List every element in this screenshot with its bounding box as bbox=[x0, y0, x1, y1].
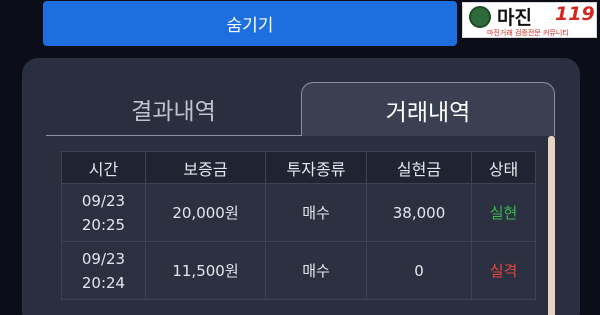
logo-brand-text: 마진 bbox=[497, 7, 532, 29]
cell-date: 09/23 bbox=[81, 249, 126, 268]
header-realized: 실현금 bbox=[366, 151, 472, 184]
hide-button[interactable]: 숨기기 bbox=[43, 1, 457, 46]
cell-clock: 20:25 bbox=[81, 215, 126, 234]
cell-deposit: 11,500원 bbox=[145, 241, 266, 300]
header-time: 시간 bbox=[61, 151, 146, 184]
logo-seal-icon bbox=[469, 6, 491, 28]
tab-trades[interactable]: 거래내역 bbox=[301, 82, 555, 136]
table-scrollbar[interactable] bbox=[548, 136, 555, 315]
cell-type: 매수 bbox=[265, 241, 367, 300]
table-row: 09/23 20:24 11,500원 매수 0 실격 bbox=[61, 241, 536, 300]
cell-status: 실현 bbox=[471, 183, 536, 242]
trade-history-table: 시간 보증금 투자종류 실현금 상태 09/23 20:25 20,000원 매… bbox=[61, 151, 536, 300]
header-deposit: 보증금 bbox=[145, 151, 266, 184]
cell-time: 09/23 20:25 bbox=[61, 183, 146, 242]
cell-clock: 20:24 bbox=[81, 273, 126, 292]
logo-brand-number: 119 bbox=[555, 3, 595, 25]
tab-results[interactable]: 결과내역 bbox=[46, 82, 301, 136]
cell-status: 실격 bbox=[471, 241, 536, 300]
cell-type: 매수 bbox=[265, 183, 367, 242]
cell-realized: 0 bbox=[366, 241, 472, 300]
brand-logo: 마진 119 마진거래 검증전문 커뮤니티 bbox=[462, 2, 597, 38]
logo-tagline: 마진거래 검증전문 커뮤니티 bbox=[487, 29, 569, 37]
header-type: 투자종류 bbox=[265, 151, 367, 184]
table-row: 09/23 20:25 20,000원 매수 38,000 실현 bbox=[61, 183, 536, 242]
cell-deposit: 20,000원 bbox=[145, 183, 266, 242]
cell-time: 09/23 20:24 bbox=[61, 241, 146, 300]
cell-realized: 38,000 bbox=[366, 183, 472, 242]
header-status: 상태 bbox=[471, 151, 536, 184]
table-header-row: 시간 보증금 투자종류 실현금 상태 bbox=[61, 151, 536, 184]
cell-date: 09/23 bbox=[81, 191, 126, 210]
